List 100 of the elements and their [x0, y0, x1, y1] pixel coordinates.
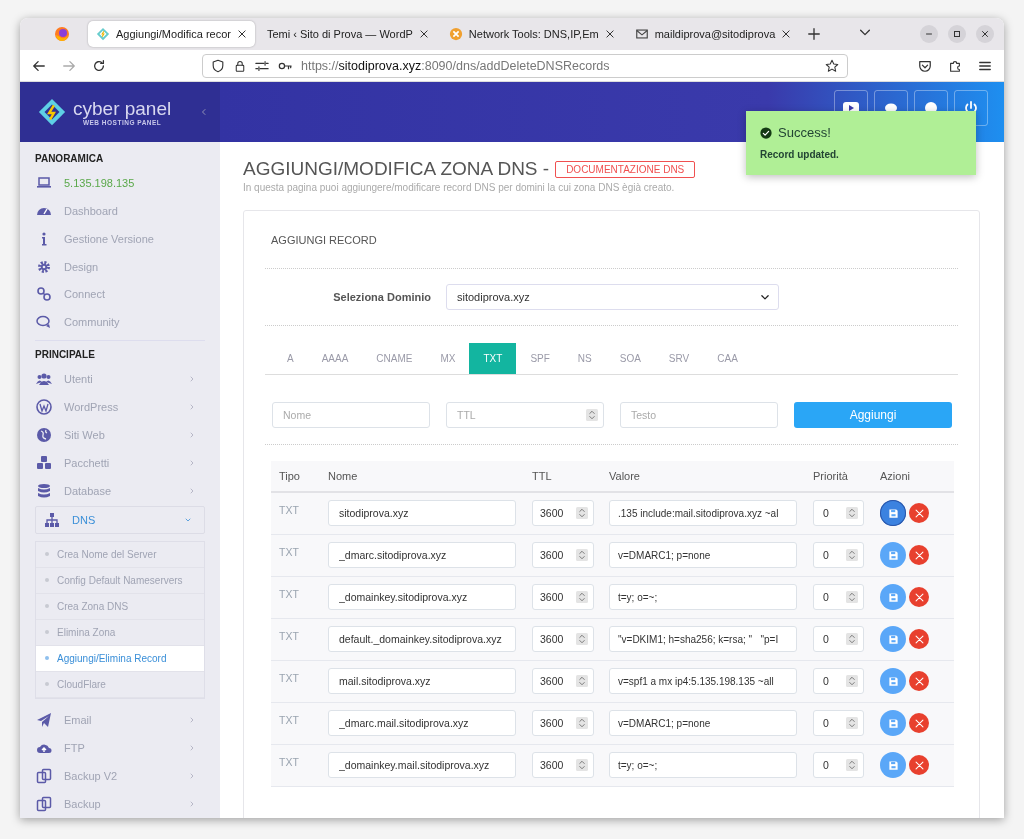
close-icon[interactable] [781, 29, 792, 39]
url-text: https://sitodiprova.xyz:8090/dns/addDeleteDNSRecords [301, 58, 611, 73]
name-field[interactable]: Nome [272, 402, 430, 428]
minimize-button[interactable] [920, 25, 938, 43]
browser-logo-icon [54, 26, 70, 42]
spinner-icon [586, 408, 598, 422]
column-header: Priorità [813, 470, 848, 482]
value-field[interactable]: v=spf1 a mx ip4:5.135.198.135 ~all [609, 668, 797, 694]
chevron-icon [188, 486, 196, 495]
ttl-field[interactable]: 3600 [532, 584, 594, 610]
spinner-icon [576, 632, 588, 646]
chevron-icon [188, 772, 196, 781]
record-type: TXT [279, 671, 299, 684]
x-circle-icon [448, 27, 463, 41]
record-type: TXT [279, 755, 299, 768]
value-field[interactable]: .135 include:mail.sitodiprova.xyz ~al [609, 500, 797, 527]
save-button[interactable] [880, 500, 906, 527]
logo-text: cyber panel [73, 98, 172, 119]
delete-button[interactable] [909, 587, 929, 607]
name-field[interactable]: _domainkey.sitodiprova.xyz [328, 584, 516, 610]
name-field[interactable]: mail.sitodiprova.xyz [328, 668, 516, 694]
page-title: AGGIUNGI/MODIFICA ZONA DNS - [243, 158, 550, 180]
ttl-field[interactable]: 3600 [532, 542, 594, 568]
pocket-icon[interactable] [918, 58, 932, 73]
ttl-field[interactable]: TTL [446, 402, 604, 428]
close-icon[interactable] [236, 29, 247, 39]
back-arrow-icon[interactable] [32, 58, 46, 73]
copy-icon [36, 796, 52, 813]
column-header: Valore [609, 470, 640, 482]
address-bar[interactable]: https://sitodiprova.xyz:8090/dns/addDeleteDNSRecords [202, 53, 848, 78]
browser-tab[interactable]: maildiprova@sitodiprova [626, 21, 800, 47]
browser-tab[interactable]: Network Tools: DNS,IP,Em [440, 21, 623, 47]
value-field[interactable]: v=DMARC1; p=none [609, 710, 797, 736]
chevron-icon [188, 403, 196, 412]
ttl-field[interactable]: 3600 [532, 752, 594, 778]
circle-letter-icon [36, 399, 52, 416]
toast-message: Record updated. [760, 149, 840, 160]
copy-icon [36, 768, 52, 785]
field-label: Seleziona Dominio [332, 291, 431, 303]
browser-tab[interactable]: Aggiungi/Modifica recor [88, 21, 255, 47]
cubes-icon [36, 454, 52, 471]
submenu-item[interactable]: Aggiungi/Elimina Record [36, 645, 204, 672]
plus-icon[interactable] [807, 27, 822, 41]
paper-plane-icon [36, 712, 52, 729]
puzzle-icon[interactable] [948, 58, 962, 73]
domain-select[interactable]: sitodiprova.xyz [446, 284, 779, 310]
spinner-icon [846, 674, 858, 688]
laptop-icon [36, 174, 52, 191]
value-field[interactable]: t=y; o=~; [609, 752, 797, 778]
star-icon[interactable] [825, 58, 839, 73]
chevron-icon [188, 744, 196, 753]
delete-button[interactable] [909, 671, 929, 691]
name-field[interactable]: sitodiprova.xyz [328, 500, 516, 527]
spinner-icon [846, 506, 858, 521]
column-header: Tipo [279, 470, 300, 482]
name-field[interactable]: _dmarc.mail.sitodiprova.xyz [328, 710, 516, 736]
value-field[interactable]: t=y; o=~; [609, 584, 797, 610]
text-field[interactable]: Testo [620, 402, 778, 428]
chevron-icon [188, 800, 196, 809]
value-field[interactable]: v=DMARC1; p=none [609, 542, 797, 568]
reload-icon[interactable] [92, 58, 106, 73]
close-icon [913, 507, 925, 519]
logo-icon [37, 97, 67, 127]
close-icon [913, 591, 925, 603]
record-type: TXT [279, 545, 299, 558]
page-subtitle: In questa pagina puoi aggiungere/modificare record DNS per domini la cui zona DNS ègià creato. [243, 182, 676, 193]
spinner-icon [846, 758, 858, 772]
value-field[interactable]: "v=DKIM1; h=sha256; k=rsa; " "p=I [609, 626, 797, 652]
chevron-icon [188, 375, 196, 384]
ttl-field[interactable]: 3600 [532, 500, 594, 527]
close-icon [913, 717, 925, 729]
spinner-icon [846, 716, 858, 730]
minimize-icon [925, 30, 933, 38]
envelope-icon [634, 27, 649, 41]
ttl-field[interactable]: 3600 [532, 710, 594, 736]
delete-button[interactable] [909, 503, 929, 524]
close-icon[interactable] [604, 29, 615, 39]
check-circle-icon [760, 126, 772, 139]
gear-icon [36, 258, 52, 275]
column-header: Nome [328, 470, 358, 482]
delete-button[interactable] [909, 713, 929, 733]
name-field[interactable]: _domainkey.mail.sitodiprova.xyz [328, 752, 516, 778]
maximize-button[interactable] [948, 25, 966, 43]
delete-button[interactable] [909, 545, 929, 565]
ttl-field[interactable]: 3600 [532, 668, 594, 694]
name-field[interactable]: default._domainkey.sitodiprova.xyz [328, 626, 516, 652]
delete-button[interactable] [909, 629, 929, 649]
database-icon [36, 482, 52, 499]
record-type: TXT [279, 504, 299, 516]
maximize-icon [953, 30, 961, 38]
ttl-field[interactable]: 3600 [532, 626, 594, 652]
browser-tab[interactable]: Temi ‹ Sito di Prova — WordP [258, 21, 437, 47]
name-field[interactable]: _dmarc.sitodiprova.xyz [328, 542, 516, 568]
close-icon [913, 759, 925, 771]
spinner-icon [576, 548, 588, 562]
close-button[interactable] [976, 25, 994, 43]
delete-button[interactable] [909, 755, 929, 775]
close-icon[interactable] [418, 29, 429, 39]
toast-title: Success! [778, 125, 831, 140]
documentation-link[interactable]: DOCUMENTAZIONE DNS [555, 160, 696, 178]
